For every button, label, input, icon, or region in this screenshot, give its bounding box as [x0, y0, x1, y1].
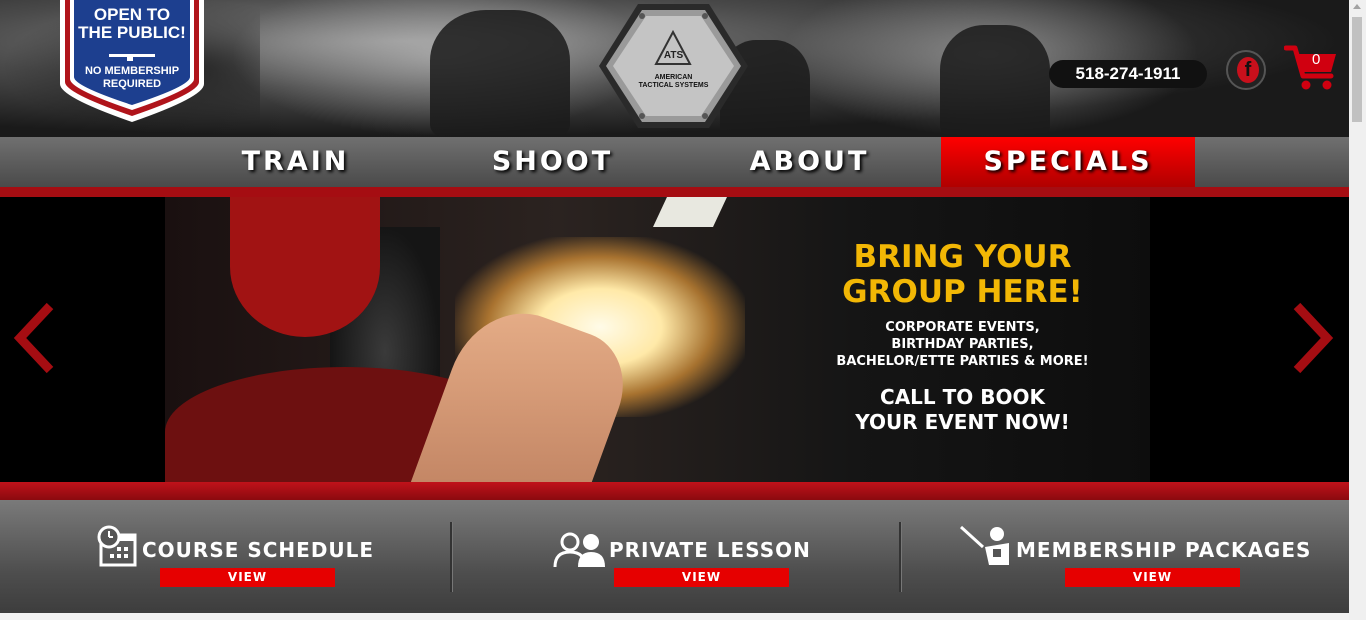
- feature-label-private-lesson[interactable]: PRIVATE LESSON: [609, 538, 811, 562]
- soldier-silhouette: [940, 25, 1050, 137]
- logo-name-line-2: TACTICAL SYSTEMS: [638, 82, 709, 89]
- cart-button[interactable]: 0: [1283, 42, 1338, 92]
- page-scrollbar[interactable]: [1349, 0, 1366, 620]
- private-lesson-view-button[interactable]: VIEW: [614, 568, 789, 587]
- hero-slider: [0, 197, 1349, 482]
- badge-line-3: NO MEMBERSHIP: [84, 65, 180, 77]
- feature-private-lesson: PRIVATE LESSON VIEW: [452, 500, 899, 620]
- feature-course-schedule: COURSE SCHEDULE VIEW: [0, 500, 450, 620]
- logo-mark: ATS: [663, 50, 684, 61]
- hero-bottom-bar: [0, 482, 1349, 500]
- nav-item-about[interactable]: ABOUT: [682, 137, 937, 187]
- feature-membership-packages: MEMBERSHIP PACKAGES VIEW: [901, 500, 1349, 620]
- nav-underline: [0, 187, 1349, 197]
- hero-headline-line-1: BRING YOUR: [853, 239, 1072, 275]
- hero-cta-line-1: CALL TO BOOK: [880, 385, 1045, 409]
- nav-item-shoot[interactable]: SHOOT: [425, 137, 680, 187]
- soldier-silhouette: [430, 10, 570, 137]
- slider-prev-arrow-icon[interactable]: [12, 300, 58, 376]
- feature-links: COURSE SCHEDULE VIEW PRIVATE LESSON VIEW…: [0, 500, 1349, 620]
- site-header: OPEN TO THE PUBLIC! NO MEMBERSHIP REQUIR…: [0, 0, 1349, 137]
- feature-label-course-schedule[interactable]: COURSE SCHEDULE: [142, 538, 374, 562]
- hero-sub-line-1: CORPORATE EVENTS,: [885, 320, 1040, 335]
- cart-count: 0: [1312, 51, 1321, 68]
- scrollbar-thumb[interactable]: [1352, 17, 1362, 122]
- phone-number[interactable]: 518-274-1911: [1049, 60, 1207, 88]
- nav-item-train[interactable]: TRAIN: [168, 137, 423, 187]
- people-icon: [553, 532, 605, 568]
- hero-sub-line-2: BIRTHDAY PARTIES,: [891, 337, 1034, 352]
- hero-cta: CALL TO BOOK YOUR EVENT NOW!: [790, 385, 1135, 435]
- course-schedule-view-button[interactable]: VIEW: [160, 568, 335, 587]
- open-to-public-badge[interactable]: OPEN TO THE PUBLIC! NO MEMBERSHIP REQUIR…: [57, 0, 207, 122]
- badge-line-2: THE PUBLIC!: [78, 23, 186, 42]
- logo-name-line-1: AMERICAN: [654, 74, 693, 81]
- membership-packages-view-button[interactable]: VIEW: [1065, 568, 1240, 587]
- nav-item-specials[interactable]: SPECIALS: [941, 137, 1195, 187]
- main-nav: TRAIN SHOOT ABOUT SPECIALS: [0, 137, 1349, 187]
- slider-next-arrow-icon[interactable]: [1289, 300, 1335, 376]
- badge-line-1: OPEN TO: [93, 5, 171, 24]
- scroll-up-arrow-icon[interactable]: [1353, 4, 1361, 9]
- instructor-icon: [959, 525, 1009, 565]
- feature-label-membership-packages[interactable]: MEMBERSHIP PACKAGES: [1016, 538, 1311, 562]
- cart-icon: [1283, 45, 1336, 90]
- facebook-icon[interactable]: f: [1226, 50, 1266, 90]
- calendar-clock-icon: [97, 525, 137, 567]
- ats-logo[interactable]: ATS AMERICAN TACTICAL SYSTEMS: [596, 2, 751, 130]
- hero-subtext: CORPORATE EVENTS, BIRTHDAY PARTIES, BACH…: [790, 319, 1135, 370]
- hero-sub-line-3: BACHELOR/ETTE PARTIES & MORE!: [836, 354, 1089, 369]
- hero-headline-line-2: GROUP HERE!: [842, 274, 1083, 310]
- page: OPEN TO THE PUBLIC! NO MEMBERSHIP REQUIR…: [0, 0, 1349, 620]
- hero-cta-line-2: YOUR EVENT NOW!: [855, 410, 1070, 434]
- badge-line-4: REQUIRED: [102, 78, 162, 90]
- hero-headline: BRING YOUR GROUP HERE!: [790, 240, 1135, 310]
